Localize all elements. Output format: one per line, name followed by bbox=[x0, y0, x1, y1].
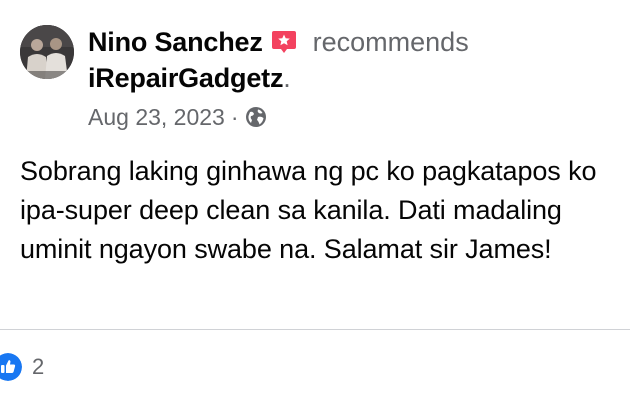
post-title-line: Nino Sanchez recommends bbox=[88, 24, 608, 60]
page-link[interactable]: iRepairGadgetz bbox=[88, 63, 283, 94]
reactions-summary[interactable]: 2 bbox=[0, 352, 44, 382]
reaction-count[interactable]: 2 bbox=[32, 354, 44, 380]
author-name[interactable]: Nino Sanchez bbox=[88, 27, 263, 58]
recommends-label: recommends bbox=[312, 26, 469, 57]
avatar-photo bbox=[20, 25, 74, 79]
author-avatar[interactable] bbox=[20, 25, 74, 79]
divider bbox=[0, 329, 630, 330]
review-post-card: Nino Sanchez recommends iRepairGadgetz. … bbox=[0, 0, 630, 403]
meta-separator: · bbox=[230, 103, 239, 130]
page-suffix: . bbox=[283, 62, 291, 93]
post-date[interactable]: Aug 23, 2023 bbox=[88, 104, 225, 131]
post-text: Sobrang laking ginhawa ng pc ko pagkatap… bbox=[20, 156, 597, 264]
star-recommend-icon bbox=[269, 27, 299, 57]
globe-icon[interactable] bbox=[245, 106, 267, 128]
post-header: Nino Sanchez recommends iRepairGadgetz. … bbox=[88, 24, 608, 132]
post-meta: Aug 23, 2023 · bbox=[88, 102, 608, 132]
like-icon bbox=[0, 353, 22, 381]
page-line: iRepairGadgetz. bbox=[88, 60, 608, 96]
